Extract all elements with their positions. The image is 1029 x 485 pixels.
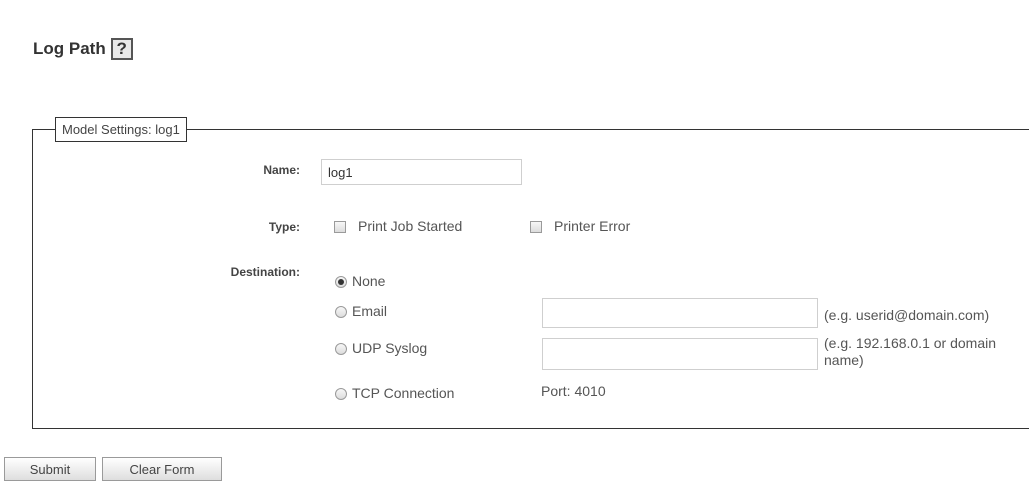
printer-error-checkbox[interactable] (530, 221, 542, 233)
udp-syslog-hint: (e.g. 192.168.0.1 or domain name) (824, 335, 997, 368)
page-title: Log Path ? (33, 38, 133, 60)
log-path-page: Log Path ? Model Settings: log1 Name: Ty… (0, 0, 1029, 485)
fieldset-legend: Model Settings: log1 (55, 117, 187, 142)
destination-label: Destination: (230, 265, 300, 279)
destination-udp-syslog-radio[interactable] (335, 343, 347, 355)
print-job-started-checkbox[interactable] (334, 221, 346, 233)
destination-none-radio[interactable] (335, 276, 347, 288)
email-hint: (e.g. userid@domain.com) (824, 307, 990, 323)
destination-tcp-connection-label: TCP Connection (352, 385, 455, 401)
destination-email-label: Email (352, 303, 388, 319)
type-label: Type: (268, 220, 300, 234)
clear-form-button[interactable]: Clear Form (102, 457, 222, 481)
destination-tcp-connection-radio[interactable] (335, 388, 347, 400)
name-label: Name: (263, 163, 300, 177)
name-input[interactable] (321, 159, 522, 185)
model-settings-fieldset: Model Settings: log1 (32, 117, 1029, 429)
print-job-started-label: Print Job Started (358, 218, 463, 234)
help-icon[interactable]: ? (110, 38, 133, 60)
printer-error-label: Printer Error (554, 218, 631, 234)
submit-button[interactable]: Submit (4, 457, 96, 481)
tcp-port-text: Port: 4010 (541, 383, 606, 399)
udp-syslog-input[interactable] (542, 338, 818, 370)
destination-none-label: None (352, 273, 386, 289)
email-input[interactable] (542, 298, 818, 328)
page-title-text: Log Path (33, 39, 106, 58)
destination-email-radio[interactable] (335, 306, 347, 318)
destination-udp-syslog-label: UDP Syslog (352, 340, 428, 356)
